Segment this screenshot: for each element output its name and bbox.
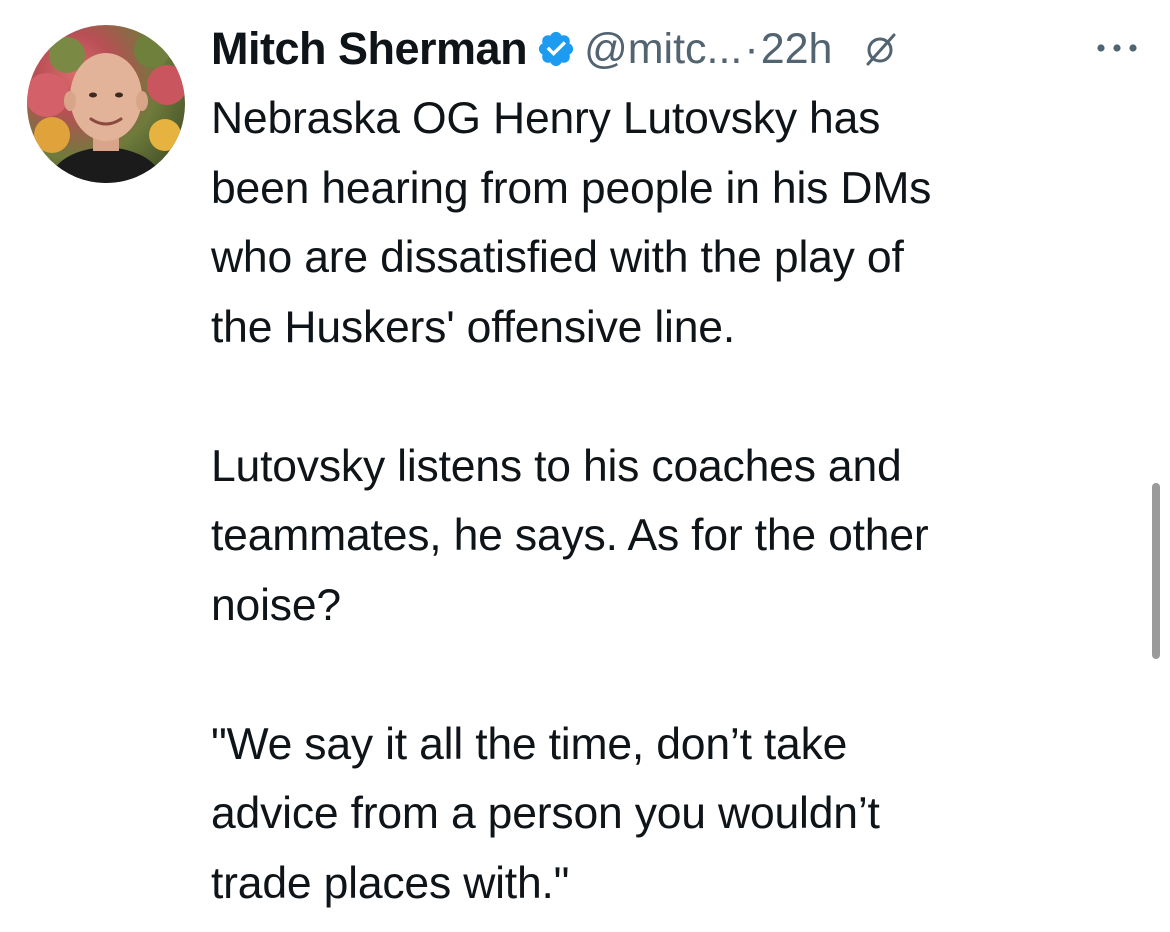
tweet-line: "We say it all the time, don’t take bbox=[211, 719, 848, 769]
tweet-line: advice from a person you wouldn’t bbox=[211, 789, 880, 838]
author-handle[interactable]: @mitc... bbox=[584, 25, 742, 74]
tweet-card[interactable]: Mitch Sherman @mitc... · 22h Nebraska OG… bbox=[0, 0, 1170, 932]
verified-badge-icon bbox=[536, 29, 576, 69]
avatar-photo bbox=[27, 32, 185, 183]
tweet-line: Nebraska OG Henry Lutovsky has bbox=[211, 94, 881, 143]
tweet-line: trade places with." bbox=[211, 858, 570, 908]
author-name[interactable]: Mitch Sherman bbox=[211, 23, 528, 75]
tweet-line: Lutovsky listens to his coaches and bbox=[211, 441, 902, 491]
tweet-line: who are dissatisfied with the play of bbox=[211, 233, 904, 282]
tweet-text: Nebraska OG Henry Lutovsky has been hear… bbox=[211, 84, 1141, 918]
scrollbar-thumb[interactable] bbox=[1152, 483, 1160, 659]
tweet-paragraph-2: Lutovsky listens to his coaches and team… bbox=[211, 432, 1141, 641]
header-separator: · bbox=[744, 24, 759, 73]
tweet-line: noise? bbox=[211, 580, 341, 630]
grok-slash-circle-icon[interactable] bbox=[860, 29, 900, 69]
author-avatar[interactable] bbox=[27, 25, 185, 183]
more-horizontal-icon[interactable] bbox=[1094, 38, 1140, 58]
tweet-timestamp[interactable]: 22h bbox=[761, 25, 833, 74]
tweet-line: teammates, he says. As for the other bbox=[211, 511, 929, 560]
tweet-line: been hearing from people in his DMs bbox=[211, 163, 932, 213]
tweet-paragraph-3: "We say it all the time, don’t take advi… bbox=[211, 710, 1141, 919]
tweet-paragraph-1: Nebraska OG Henry Lutovsky has been hear… bbox=[211, 84, 1141, 362]
tweet-header: Mitch Sherman @mitc... · 22h bbox=[211, 22, 900, 76]
tweet-line: the Huskers' offensive line. bbox=[211, 302, 735, 352]
